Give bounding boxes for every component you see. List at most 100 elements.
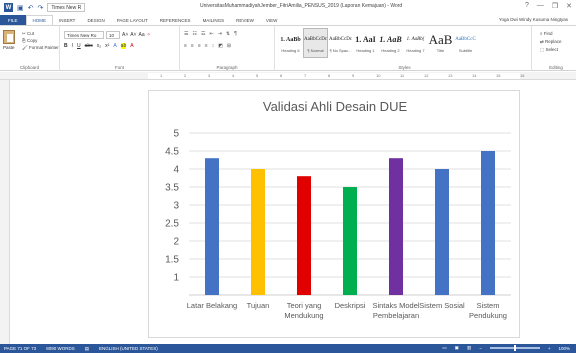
quick-font-box[interactable]: Times New R xyxy=(47,3,86,12)
x-category-label: Mendukung xyxy=(284,311,323,320)
bar[interactable] xyxy=(205,158,219,295)
find-button[interactable]: ⌕ Find xyxy=(540,30,562,38)
numbering-icon[interactable]: ☷ xyxy=(192,31,196,37)
bar[interactable] xyxy=(435,169,449,295)
style-subtitle[interactable]: AaBbCcC Subtitle xyxy=(453,28,478,58)
style-no-spacing[interactable]: AaBbCcDc ¶ No Spac... xyxy=(328,28,353,58)
undo-icon[interactable]: ↶ xyxy=(28,4,34,12)
multilevel-icon[interactable]: ☲ xyxy=(201,31,205,37)
select-button[interactable]: ⬚ Select xyxy=(540,46,562,54)
clear-format-icon[interactable]: ✧ xyxy=(147,32,151,38)
text-effects-icon[interactable]: A xyxy=(113,43,116,49)
bar[interactable] xyxy=(297,176,311,295)
bar[interactable] xyxy=(481,151,495,295)
style-heading-7[interactable]: 1. AaBb( Heading 7 xyxy=(403,28,428,58)
tab-review[interactable]: REVIEW xyxy=(230,15,260,25)
zoom-slider[interactable] xyxy=(489,345,540,351)
ruler-tick: 16 xyxy=(520,73,525,78)
vertical-ruler[interactable] xyxy=(0,80,10,344)
ruler-tick: 11 xyxy=(400,73,405,78)
horizontal-ruler[interactable]: 1 2 3 4 5 6 7 8 9 10 11 12 13 14 15 16 xyxy=(0,72,576,80)
style-heading-2[interactable]: 1. AaB Heading 2 xyxy=(378,28,403,58)
sort-icon[interactable]: ⇅ xyxy=(226,31,230,37)
bullets-icon[interactable]: ☰ xyxy=(184,31,188,37)
page-count[interactable]: PAGE 71 OF 73 xyxy=(4,346,36,351)
styles-group: 1. AaBb Heading 6 AaBbCcDc ¶ Normal AaBb… xyxy=(278,26,532,71)
format-painter-button[interactable]: 🖌 Format Painter xyxy=(22,44,59,51)
line-spacing-icon[interactable]: ↕ xyxy=(212,43,215,49)
superscript-button[interactable]: x² xyxy=(105,43,109,49)
save-icon[interactable]: ▣ xyxy=(17,4,24,12)
user-name[interactable]: Yoga Dwi Windy Kusuma Ningtyas xyxy=(499,17,568,22)
font-name-select[interactable]: Times New Ro xyxy=(64,31,104,39)
decrease-indent-icon[interactable]: ⇤ xyxy=(209,31,213,37)
style-heading-1[interactable]: 1. AaI Heading 1 xyxy=(353,28,378,58)
bar-chart[interactable]: Validasi Ahli Desain DUE 1 1.5 2 2.5 3 3.5 4 4.… xyxy=(148,90,520,338)
tab-view[interactable]: VIEW xyxy=(260,15,284,25)
italic-button[interactable]: I xyxy=(72,43,73,49)
language[interactable]: ENGLISH (UNITED STATES) xyxy=(99,346,158,351)
x-category-label: Tujuan xyxy=(247,301,270,310)
tab-mailings[interactable]: MAILINGS xyxy=(197,15,231,25)
subscript-button[interactable]: x₂ xyxy=(97,43,101,49)
paste-button[interactable]: Paste xyxy=(3,30,17,50)
copy-button[interactable]: ⎘ Copy xyxy=(22,37,59,44)
zoom-level[interactable]: 100% xyxy=(558,346,570,351)
replace-button[interactable]: ⇄ Replace xyxy=(540,38,562,46)
align-left-icon[interactable]: ≡ xyxy=(184,43,187,49)
borders-icon[interactable]: ⊞ xyxy=(227,43,231,49)
align-center-icon[interactable]: ≡ xyxy=(191,43,194,49)
justify-icon[interactable]: ≡ xyxy=(205,43,208,49)
read-mode-icon[interactable]: ▭ xyxy=(442,345,446,351)
proofing-icon[interactable]: ▤ xyxy=(85,346,89,352)
minimize-icon[interactable]: — xyxy=(537,2,544,10)
paragraph-group: ☰ ☷ ☲ ⇤ ⇥ ⇅ ¶ ≡ ≡ ≡ ≡ ↕ ◩ ⊞ Paragraph xyxy=(180,26,275,71)
bar[interactable] xyxy=(251,169,265,295)
style-title[interactable]: AaB Title xyxy=(428,28,453,58)
ribbon: Paste ✂ Cut ⎘ Copy 🖌 Format Painter Clip… xyxy=(0,25,576,71)
y-tick-label: 1.5 xyxy=(165,255,179,266)
pilcrow-icon[interactable]: ¶ xyxy=(234,31,237,37)
highlight-icon[interactable]: ab xyxy=(120,43,127,49)
close-icon[interactable]: ✕ xyxy=(566,2,572,10)
tab-home[interactable]: HOME xyxy=(25,15,54,25)
ruler-tick: 8 xyxy=(328,73,331,78)
status-bar: PAGE 71 OF 73 8090 WORDS ▤ ENGLISH (UNIT… xyxy=(0,344,576,353)
zoom-out-icon[interactable]: − xyxy=(479,346,482,351)
style-normal[interactable]: AaBbCcDc ¶ Normal xyxy=(303,28,328,58)
bold-button[interactable]: B xyxy=(64,43,68,49)
word-count[interactable]: 8090 WORDS xyxy=(46,346,75,351)
tab-design[interactable]: DESIGN xyxy=(81,15,110,25)
restore-icon[interactable]: ❐ xyxy=(552,2,558,10)
tab-file[interactable]: FILE xyxy=(0,15,26,25)
bar[interactable] xyxy=(389,158,403,295)
x-category-label: Sistem Sosial xyxy=(419,301,465,310)
zoom-in-icon[interactable]: + xyxy=(548,346,551,351)
tab-page-layout[interactable]: PAGE LAYOUT xyxy=(111,15,154,25)
style-heading-6[interactable]: 1. AaBb Heading 6 xyxy=(278,28,303,58)
underline-button[interactable]: U xyxy=(77,43,81,49)
shrink-font-icon[interactable]: A˅ xyxy=(130,32,136,38)
word-logo-icon: W xyxy=(4,3,13,12)
font-color-icon[interactable]: A xyxy=(130,43,133,49)
redo-icon[interactable]: ↷ xyxy=(38,4,44,12)
web-layout-icon[interactable]: ▥ xyxy=(467,345,471,351)
ruler-tick: 3 xyxy=(208,73,211,78)
grow-font-icon[interactable]: A˄ xyxy=(122,32,128,38)
ruler-tick: 7 xyxy=(304,73,307,78)
help-icon[interactable]: ? xyxy=(525,2,529,10)
print-layout-icon[interactable]: ▣ xyxy=(455,345,459,351)
cut-button[interactable]: ✂ Cut xyxy=(22,30,59,37)
change-case-icon[interactable]: Aa xyxy=(139,32,145,38)
document-title: UniversitasMuhammadiyahJember_FitriAmili… xyxy=(200,3,403,9)
font-size-select[interactable]: 10 xyxy=(106,31,120,39)
bar[interactable] xyxy=(343,187,357,295)
increase-indent-icon[interactable]: ⇥ xyxy=(218,31,222,37)
tab-references[interactable]: REFERENCES xyxy=(154,15,197,25)
ruler-tick: 2 xyxy=(184,73,187,78)
shading-icon[interactable]: ◩ xyxy=(218,43,223,49)
strikethrough-button[interactable]: abc xyxy=(85,43,93,49)
tab-insert[interactable]: INSERT xyxy=(53,15,81,25)
quick-access-toolbar: W ▣ ↶ ↷ Times New R xyxy=(0,3,86,12)
align-right-icon[interactable]: ≡ xyxy=(198,43,201,49)
